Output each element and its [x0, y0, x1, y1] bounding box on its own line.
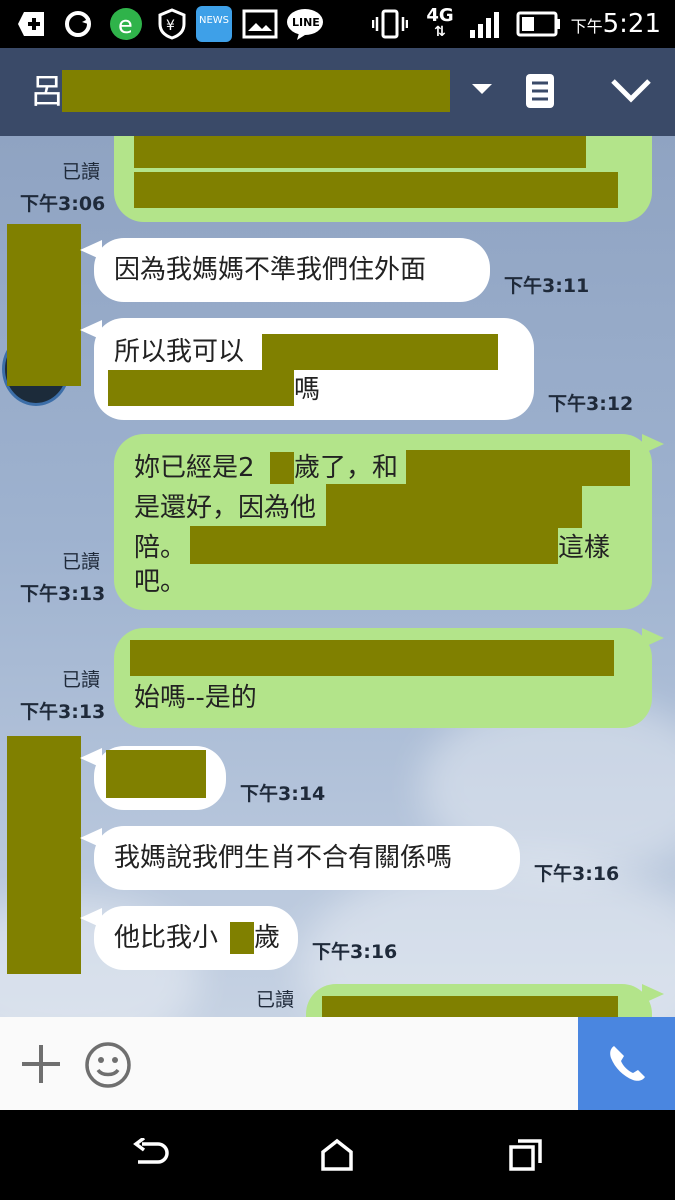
- redacted-avatar: [7, 736, 81, 974]
- shield-icon: ¥: [154, 8, 190, 40]
- read-receipt: 已讀: [62, 161, 101, 183]
- message-time: 下午3:16: [312, 941, 398, 963]
- read-receipt: 已讀: [256, 989, 295, 1011]
- dropdown-arrow-icon[interactable]: [470, 82, 494, 102]
- message-text: 他比我小: [114, 923, 219, 953]
- browser-icon: e: [106, 8, 146, 40]
- sync-icon: [60, 8, 96, 40]
- emoji-icon[interactable]: [84, 1041, 132, 1093]
- network-type: 4G ⇅: [426, 5, 454, 41]
- message-text: 歲: [254, 923, 281, 953]
- outgoing-message-bubble[interactable]: 妳已經是2 歲了，和 是還好，因為他 陪。 這樣 吧。: [114, 434, 652, 610]
- vibrate-icon: [370, 8, 410, 40]
- redacted-name: [62, 70, 450, 112]
- chat-header: 呂: [0, 48, 675, 136]
- contact-name[interactable]: 呂: [30, 70, 64, 114]
- plus-icon[interactable]: [20, 1043, 62, 1089]
- status-bar: e ¥ NEWS LINE 4G ⇅ 下午5:21: [0, 0, 675, 48]
- message-time: 下午3:14: [240, 783, 326, 805]
- notes-icon[interactable]: [524, 72, 556, 114]
- outgoing-message-bubble[interactable]: [114, 136, 652, 222]
- message-text: 是還好，因為他: [134, 493, 317, 523]
- message-time: 下午3:12: [548, 393, 634, 415]
- message-text: 我媽說我們生肖不合有關係嗎: [114, 843, 453, 873]
- message-input-bar: [0, 1017, 675, 1110]
- message-text: 嗎: [294, 375, 321, 405]
- read-receipt: 已讀: [62, 669, 101, 691]
- chat-area[interactable]: 已讀 下午3:06 因為我媽媽不準我們住外面 下午3:11 所以我可以 嗎 下午…: [0, 136, 675, 1017]
- incoming-message-bubble[interactable]: [94, 746, 226, 810]
- message-time: 下午3:06: [20, 193, 106, 215]
- navigation-bar: [0, 1110, 675, 1200]
- message-text: 吧。: [134, 567, 187, 597]
- line-icon: LINE: [284, 8, 326, 40]
- svg-text:¥: ¥: [166, 18, 175, 34]
- news-icon: NEWS: [194, 6, 234, 42]
- back-icon[interactable]: [132, 1136, 170, 1176]
- message-time: 下午3:13: [20, 583, 106, 605]
- add-icon: [14, 8, 50, 40]
- svg-text:NEWS: NEWS: [199, 15, 229, 26]
- incoming-message-bubble[interactable]: 因為我媽媽不準我們住外面: [94, 238, 490, 302]
- home-icon[interactable]: [320, 1138, 354, 1176]
- chevron-down-icon[interactable]: [610, 76, 652, 108]
- outgoing-message-bubble[interactable]: [306, 984, 652, 1017]
- read-receipt: 已讀: [62, 551, 101, 573]
- svg-text:LINE: LINE: [292, 16, 320, 29]
- message-text: 歲了，和: [294, 453, 399, 483]
- message-time: 下午3:13: [20, 701, 106, 723]
- message-time: 下午3:16: [534, 863, 620, 885]
- battery-icon: [514, 8, 564, 40]
- message-text: 因為我媽媽不準我們住外面: [114, 255, 427, 285]
- incoming-message-bubble[interactable]: 我媽說我們生肖不合有關係嗎: [94, 826, 520, 890]
- recent-apps-icon[interactable]: [508, 1138, 544, 1176]
- message-text: 妳已經是2: [134, 453, 255, 483]
- status-time: 下午5:21: [570, 9, 661, 39]
- svg-text:e: e: [118, 11, 133, 39]
- gallery-icon: [240, 8, 280, 40]
- incoming-message-bubble[interactable]: 所以我可以 嗎: [94, 318, 534, 420]
- redacted-avatar: [7, 224, 81, 386]
- outgoing-message-bubble[interactable]: 始嗎--是的: [114, 628, 652, 728]
- message-text: 所以我可以: [114, 337, 245, 367]
- signal-icon: [466, 8, 508, 40]
- incoming-message-bubble[interactable]: 他比我小 歲: [94, 906, 298, 970]
- phone-icon: [606, 1043, 648, 1089]
- message-time: 下午3:11: [504, 275, 590, 297]
- call-button[interactable]: [578, 1017, 675, 1110]
- message-text: 始嗎--是的: [134, 683, 257, 713]
- message-text: 這樣: [558, 533, 611, 563]
